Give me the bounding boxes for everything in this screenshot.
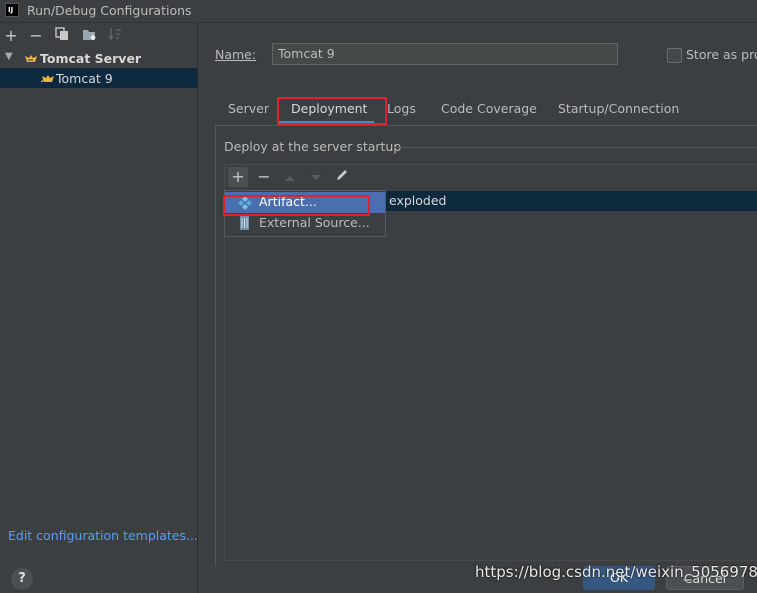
- move-down-button[interactable]: [306, 167, 326, 187]
- artifact-highlight-box: [223, 195, 370, 216]
- deploy-section-label: Deploy at the server startup: [224, 139, 402, 154]
- tab-highlight-box: [277, 97, 387, 125]
- add-configuration-button[interactable]: +: [2, 27, 20, 45]
- section-divider: [394, 147, 757, 148]
- tree-node-label: Tomcat Server: [40, 51, 142, 66]
- move-up-button[interactable]: [280, 167, 300, 187]
- window-title: Run/Debug Configurations: [27, 3, 192, 18]
- list-item-label: exploded: [389, 193, 447, 208]
- store-as-project-checkbox[interactable]: [667, 48, 682, 63]
- external-source-icon: [240, 216, 249, 230]
- name-label-text: Name:: [215, 47, 257, 62]
- tomcat-icon: [25, 55, 37, 62]
- configurations-sidebar: [0, 23, 198, 593]
- tomcat-run-icon: [41, 75, 54, 83]
- arrow-up-icon: [285, 176, 295, 181]
- name-input[interactable]: Tomcat 9: [272, 43, 618, 65]
- tab-server[interactable]: Server: [228, 101, 269, 116]
- tab-startup-connection[interactable]: Startup/Connection: [558, 101, 679, 116]
- tree-node-label: Tomcat 9: [56, 71, 113, 86]
- help-button[interactable]: ?: [11, 568, 33, 590]
- tab-logs[interactable]: Logs: [387, 101, 416, 116]
- chevron-down-icon[interactable]: ▼: [5, 51, 13, 62]
- copy-icon: [55, 27, 68, 40]
- remove-configuration-button[interactable]: −: [27, 27, 45, 45]
- copy-configuration-button[interactable]: [53, 27, 71, 45]
- arrow-down-icon: [311, 175, 321, 180]
- sort-button[interactable]: [106, 27, 124, 45]
- new-folder-button[interactable]: [80, 27, 98, 45]
- remove-deployment-button[interactable]: −: [254, 167, 274, 187]
- edit-templates-link[interactable]: Edit configuration templates...: [8, 528, 198, 543]
- tree-node-tomcat-9[interactable]: Tomcat 9: [0, 68, 197, 88]
- tree-node-tomcat-server[interactable]: ▼ Tomcat Server: [0, 48, 197, 68]
- watermark-text: https://blog.csdn.net/weixin_50569789: [475, 563, 757, 581]
- sort-icon: [108, 28, 121, 41]
- tab-code-coverage[interactable]: Code Coverage: [441, 101, 537, 116]
- pencil-icon: [337, 170, 347, 180]
- add-deployment-button[interactable]: +: [228, 167, 248, 187]
- store-as-project-label: Store as pro: [686, 47, 757, 62]
- edit-deployment-button[interactable]: [332, 167, 352, 187]
- app-logo-icon: IJ: [5, 3, 19, 17]
- folder-add-icon: [82, 30, 95, 40]
- menu-item-external-source[interactable]: External Source...: [259, 215, 370, 230]
- name-label: Name:: [215, 47, 256, 62]
